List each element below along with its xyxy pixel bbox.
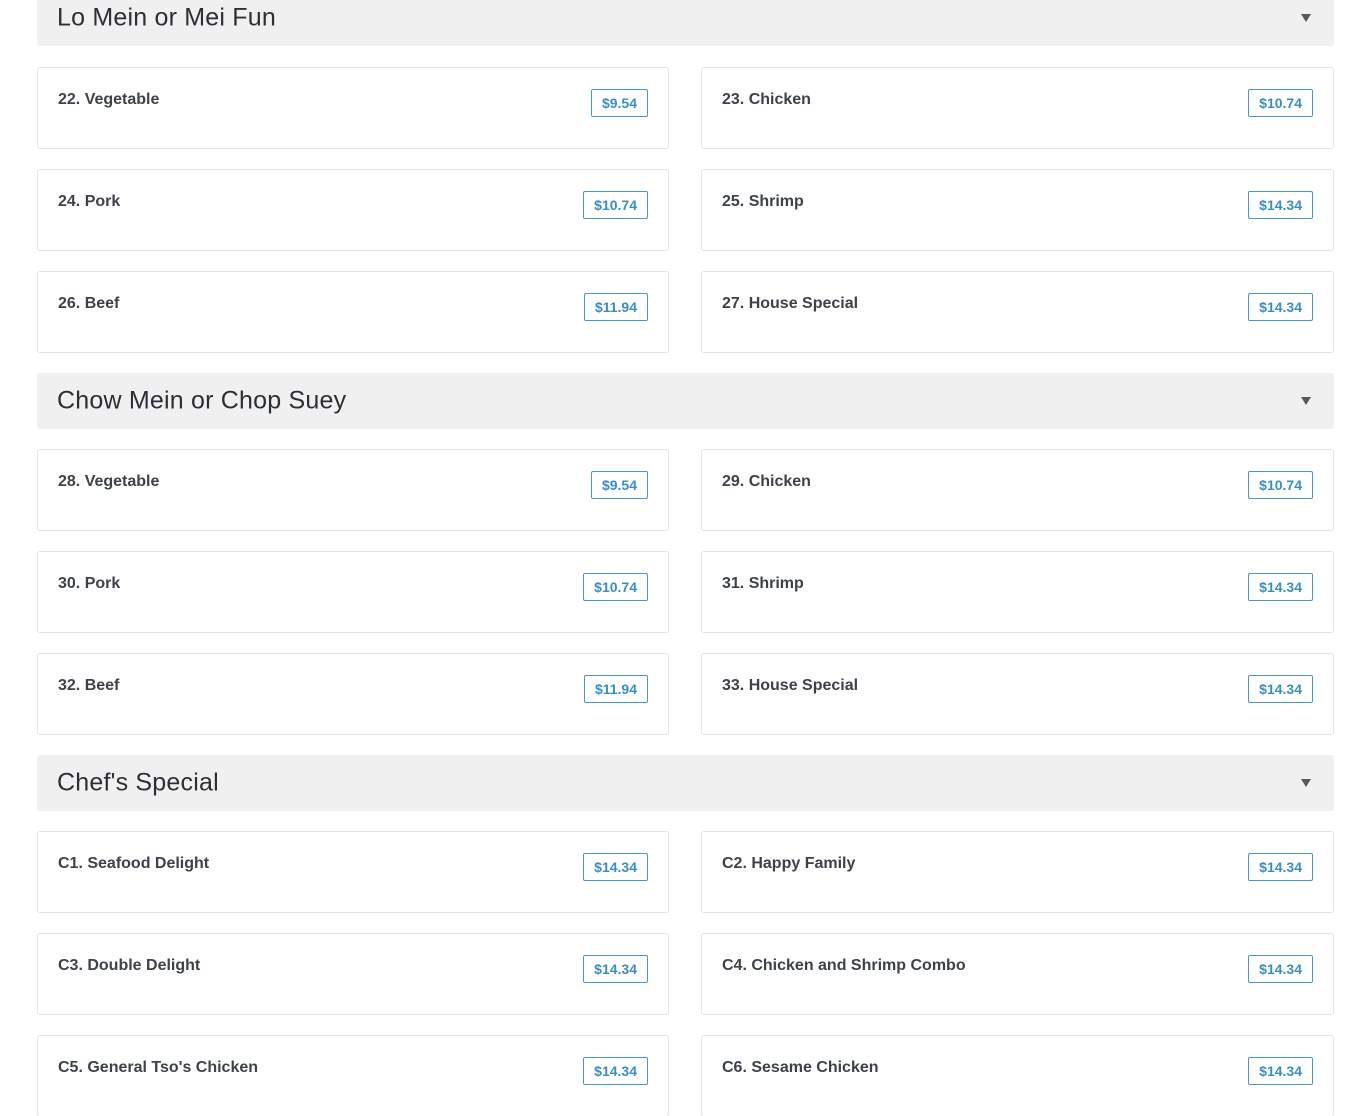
menu-item-price-button[interactable]: $10.74 <box>1248 471 1313 499</box>
menu-item-name: C4. Chicken and Shrimp Combo <box>722 957 966 974</box>
menu-item-name: 25. Shrimp <box>722 193 804 210</box>
section-title: Lo Mein or Mei Fun <box>57 3 276 32</box>
menu-item-card[interactable]: C6. Sesame Chicken $14.34 <box>701 1035 1334 1116</box>
section-title: Chef's Special <box>57 768 219 797</box>
menu-item-price-button[interactable]: $14.34 <box>583 955 648 983</box>
menu-item-price-button[interactable]: $9.54 <box>590 89 648 117</box>
menu-item-card[interactable]: 25. Shrimp $14.34 <box>701 169 1334 251</box>
section-header-chow-mein[interactable]: Chow Mein or Chop Suey <box>37 373 1334 429</box>
menu-item-card[interactable]: C5. General Tso's Chicken $14.34 <box>37 1035 669 1116</box>
chevron-down-icon[interactable] <box>1300 778 1312 788</box>
menu-item-card[interactable]: 28. Vegetable $9.54 <box>37 449 669 531</box>
menu-page: Lo Mein or Mei Fun 22. Vegetable $9.54 2… <box>0 0 1370 1116</box>
menu-item-name: 30. Pork <box>58 575 121 592</box>
menu-item-name: C5. General Tso's Chicken <box>58 1059 259 1076</box>
menu-item-card[interactable]: C1. Seafood Delight $14.34 <box>37 831 669 913</box>
menu-item-name: 31. Shrimp <box>722 575 804 592</box>
menu-item-price-button[interactable]: $14.34 <box>583 1057 648 1085</box>
menu-item-card[interactable]: 32. Beef $11.94 <box>37 653 669 735</box>
menu-item-price-button[interactable]: $14.34 <box>1248 191 1313 219</box>
menu-item-card[interactable]: 29. Chicken $10.74 <box>701 449 1334 531</box>
chevron-down-icon[interactable] <box>1300 13 1312 23</box>
section-title: Chow Mein or Chop Suey <box>57 386 347 415</box>
menu-item-name: 23. Chicken <box>722 91 811 108</box>
menu-item-card[interactable]: 24. Pork $10.74 <box>37 169 669 251</box>
menu-item-name: 24. Pork <box>58 193 121 210</box>
chevron-down-icon[interactable] <box>1300 396 1312 406</box>
menu-item-name: 28. Vegetable <box>58 473 160 490</box>
menu-item-card[interactable]: C3. Double Delight $14.34 <box>37 933 669 1015</box>
menu-item-card[interactable]: 23. Chicken $10.74 <box>701 67 1334 149</box>
section-header-lo-mein[interactable]: Lo Mein or Mei Fun <box>37 0 1334 46</box>
menu-item-price-button[interactable]: $10.74 <box>583 573 648 601</box>
menu-item-card[interactable]: 22. Vegetable $9.54 <box>37 67 669 149</box>
menu-item-name: C1. Seafood Delight <box>58 855 210 872</box>
menu-item-name: 22. Vegetable <box>58 91 160 108</box>
menu-item-card[interactable]: 30. Pork $10.74 <box>37 551 669 633</box>
menu-item-name: 27. House Special <box>722 295 859 312</box>
menu-item-price-button[interactable]: $14.34 <box>1248 293 1313 321</box>
menu-item-price-button[interactable]: $14.34 <box>583 853 648 881</box>
menu-item-name: C2. Happy Family <box>722 855 856 872</box>
menu-item-price-button[interactable]: $10.74 <box>1248 89 1313 117</box>
menu-item-card[interactable]: C2. Happy Family $14.34 <box>701 831 1334 913</box>
menu-item-price-button[interactable]: $14.34 <box>1248 853 1313 881</box>
menu-item-price-button[interactable]: $11.94 <box>583 293 648 321</box>
menu-item-name: 29. Chicken <box>722 473 811 490</box>
menu-item-price-button[interactable]: $14.34 <box>1248 675 1313 703</box>
menu-item-card[interactable]: 27. House Special $14.34 <box>701 271 1334 353</box>
menu-item-name: C6. Sesame Chicken <box>722 1059 879 1076</box>
menu-item-price-button[interactable]: $14.34 <box>1248 955 1313 983</box>
menu-item-name: 26. Beef <box>58 295 120 312</box>
menu-item-card[interactable]: 33. House Special $14.34 <box>701 653 1334 735</box>
menu-item-name: 33. House Special <box>722 677 859 694</box>
menu-item-card[interactable]: 31. Shrimp $14.34 <box>701 551 1334 633</box>
menu-item-name: 32. Beef <box>58 677 120 694</box>
menu-item-card[interactable]: 26. Beef $11.94 <box>37 271 669 353</box>
menu-item-card[interactable]: C4. Chicken and Shrimp Combo $14.34 <box>701 933 1334 1015</box>
menu-item-name: C3. Double Delight <box>58 957 201 974</box>
menu-item-price-button[interactable]: $9.54 <box>590 471 648 499</box>
menu-item-price-button[interactable]: $10.74 <box>583 191 648 219</box>
menu-item-price-button[interactable]: $14.34 <box>1248 1057 1313 1085</box>
menu-item-price-button[interactable]: $11.94 <box>583 675 648 703</box>
menu-item-price-button[interactable]: $14.34 <box>1248 573 1313 601</box>
section-header-chefs-special[interactable]: Chef's Special <box>37 755 1334 811</box>
